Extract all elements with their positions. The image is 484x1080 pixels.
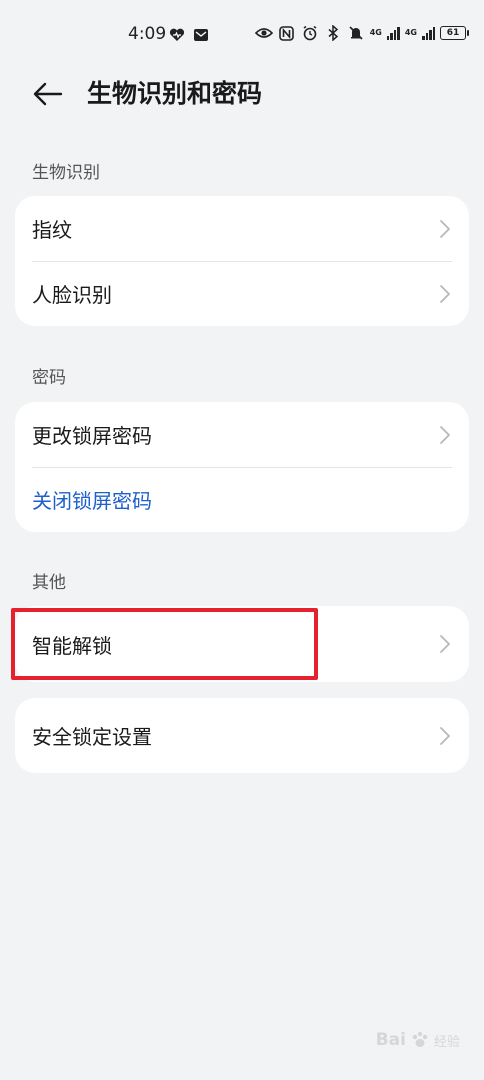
list-item-security-lock-settings[interactable]: 安全锁定设置 — [15, 698, 469, 773]
watermark: Bai 经验 — [376, 1030, 460, 1050]
section-label-other: 其他 — [32, 573, 66, 593]
bluetooth-icon — [324, 24, 342, 42]
status-bar: 4:09 4G 4G 61 — [0, 20, 484, 52]
chevron-right-icon — [440, 219, 450, 238]
list-item-label: 指纹 — [32, 218, 72, 242]
chevron-right-icon — [440, 284, 450, 303]
page-title: 生物识别和密码 — [87, 79, 263, 108]
chevron-right-icon — [440, 726, 450, 745]
network-type-1: 4G — [369, 28, 382, 37]
back-button[interactable] — [28, 76, 68, 112]
card-other: 智能解锁 — [15, 606, 469, 682]
settings-page: 4:09 4G 4G 61 生物识别和密码 生物识别 指纹 人脸识别 密码 更改… — [0, 0, 484, 1080]
list-item-label: 安全锁定设置 — [32, 725, 152, 749]
section-label-password: 密码 — [32, 368, 66, 388]
eye-icon — [254, 24, 273, 42]
card-password: 更改锁屏密码 关闭锁屏密码 — [15, 402, 469, 532]
card-security-lock: 安全锁定设置 — [15, 698, 469, 773]
watermark-sub: 经验 — [433, 1034, 460, 1050]
network-type-2: 4G — [404, 28, 417, 37]
signal-strength-icon-2 — [422, 26, 435, 40]
mail-icon — [192, 26, 210, 44]
list-item-disable-lock-password[interactable]: 关闭锁屏密码 — [15, 467, 469, 532]
back-arrow-icon — [33, 82, 63, 106]
chevron-right-icon — [440, 635, 450, 653]
app-header: 生物识别和密码 — [0, 70, 484, 118]
battery-level: 61 — [446, 28, 460, 38]
paw-icon — [412, 1031, 428, 1047]
battery-icon: 61 — [440, 26, 469, 40]
signal-strength-icon-1 — [386, 26, 400, 40]
alarm-icon — [301, 24, 319, 42]
list-item-fingerprint[interactable]: 指纹 — [15, 196, 469, 261]
list-item-smart-unlock[interactable]: 智能解锁 — [15, 606, 469, 682]
list-item-label: 智能解锁 — [32, 633, 112, 658]
chevron-right-icon — [440, 425, 450, 444]
status-time: 4:09 — [128, 24, 167, 44]
watermark-brand: Bai — [375, 1030, 406, 1050]
list-item-label: 更改锁屏密码 — [32, 424, 152, 448]
health-icon — [168, 26, 186, 44]
list-item-change-lock-password[interactable]: 更改锁屏密码 — [15, 402, 469, 467]
list-item-label: 人脸识别 — [32, 283, 112, 307]
section-label-biometrics: 生物识别 — [32, 163, 100, 183]
card-biometrics: 指纹 人脸识别 — [15, 196, 469, 326]
list-item-face-recognition[interactable]: 人脸识别 — [15, 261, 469, 326]
nfc-icon — [278, 24, 296, 42]
status-system-icons: 4G 4G 61 — [254, 24, 469, 42]
list-item-label: 关闭锁屏密码 — [32, 489, 152, 513]
status-notification-icons — [168, 26, 210, 44]
mute-bell-icon — [347, 24, 365, 42]
